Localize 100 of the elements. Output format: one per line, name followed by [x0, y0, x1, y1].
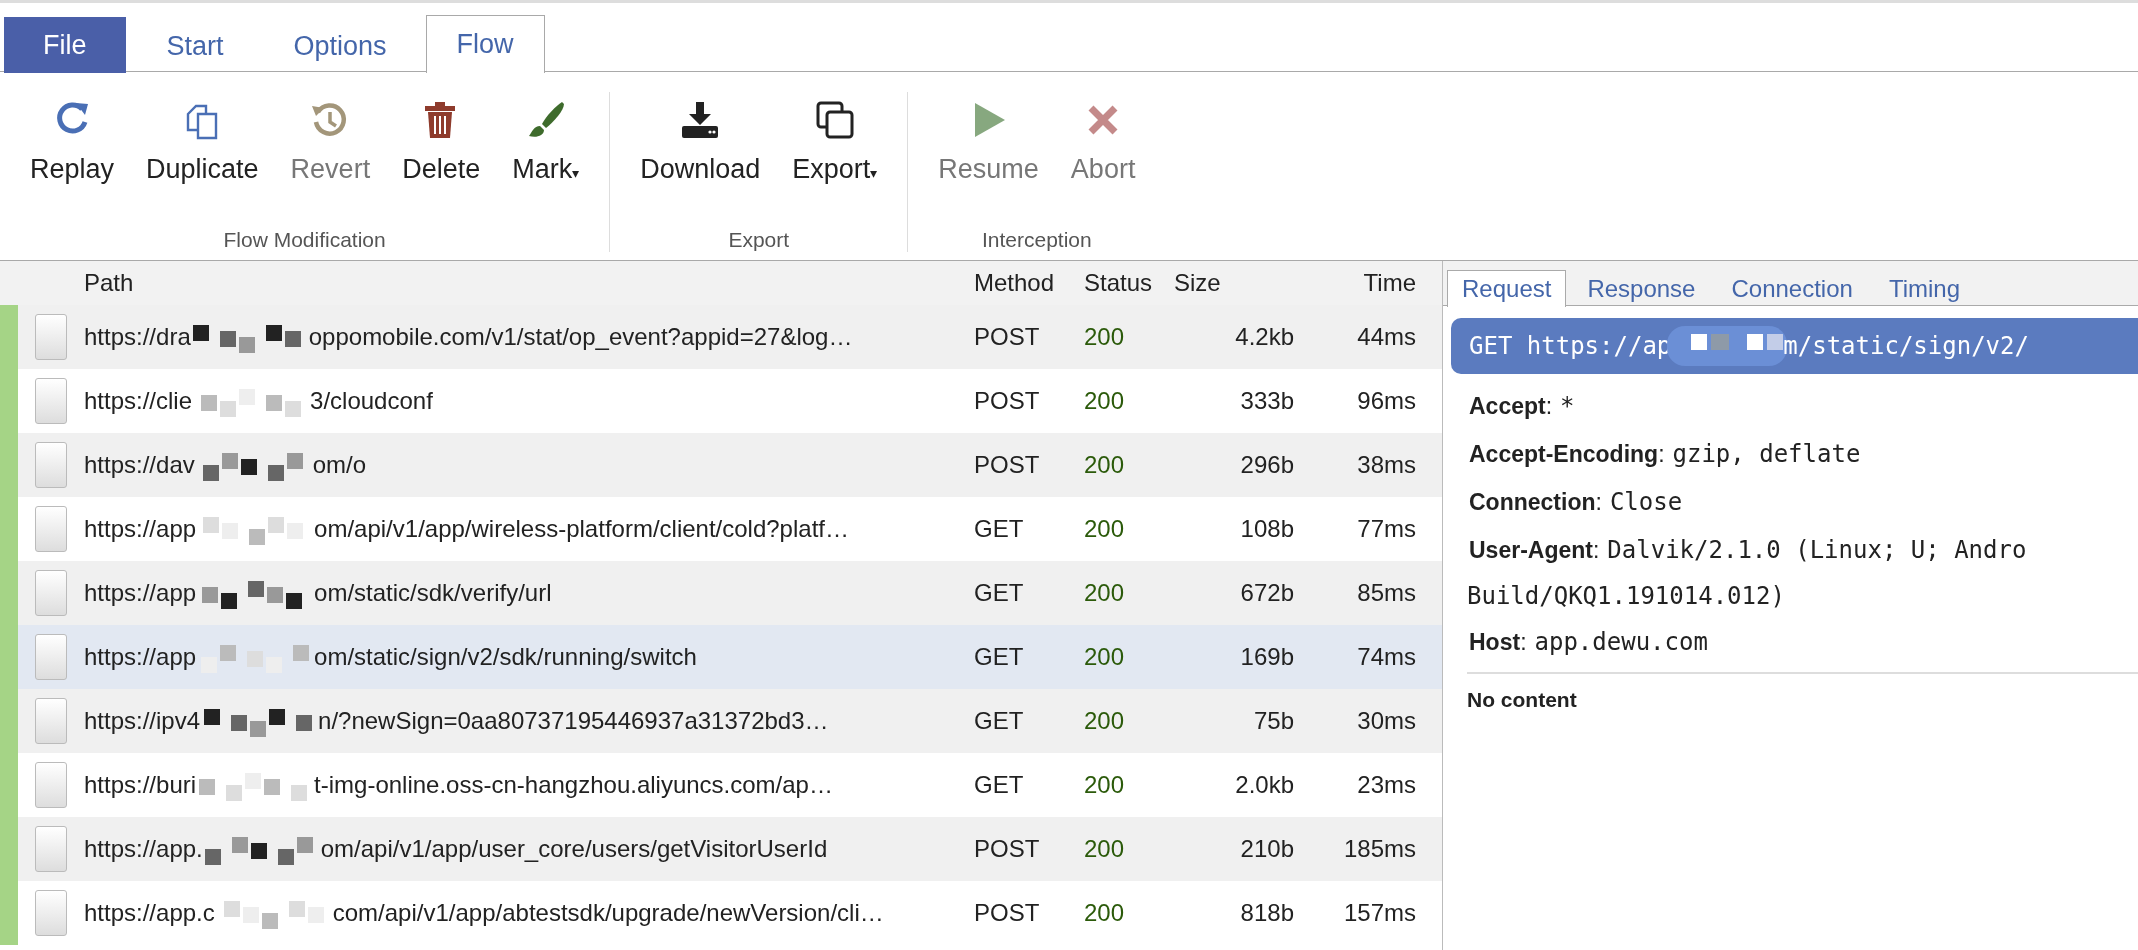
table-cell-text: GET — [974, 707, 1025, 735]
table-cell-text: 200 — [1083, 579, 1126, 607]
path-text: com/api/v1/app/abtestsdk/upgrade/newVersion/cli… — [332, 899, 884, 927]
table-cell-text: 74ms — [1356, 643, 1416, 671]
caret-icon: ▾ — [870, 165, 878, 181]
table-cell-text: 96ms — [1356, 387, 1416, 415]
table-cell-text: 200 — [1083, 707, 1126, 735]
resource-icon — [35, 698, 67, 744]
header-line: User-Agent: Dalvik/2.1.0 (Linux; U; Andro — [1469, 535, 2028, 566]
detail-tab[interactable]: Response — [1572, 269, 1711, 307]
table-cell-text: POST — [974, 451, 1041, 479]
header-line: Accept: * — [1469, 391, 1576, 422]
table-cell-text: 210b — [1239, 835, 1294, 863]
table-cell-text: 200 — [1083, 835, 1126, 863]
path-text: om/static/sdk/verify/url — [314, 579, 552, 607]
path-text: om/api/v1/app/user_core/users/getVisitorUserId — [320, 835, 828, 863]
file-menu-button[interactable]: File — [4, 16, 126, 73]
detail-tab[interactable]: Timing — [1873, 269, 1975, 307]
resource-icon — [35, 570, 67, 616]
toolbar-button[interactable]: Export▾ — [784, 92, 886, 228]
table-cell-text: 333b — [1239, 387, 1294, 415]
table-cell-text: 169b — [1239, 643, 1294, 671]
table-cell-text: 157ms — [1342, 899, 1416, 927]
path-text: https://app — [84, 579, 197, 607]
column-header[interactable]: Path — [84, 269, 974, 297]
resource-icon — [35, 442, 67, 488]
table-cell-text: 672b — [1239, 579, 1294, 607]
column-header[interactable]: Method — [974, 269, 1074, 297]
resource-icon — [35, 506, 67, 552]
toolbar-button[interactable]: Mark▾ — [504, 92, 588, 228]
detail-tab[interactable]: Connection — [1716, 269, 1868, 307]
table-cell-text: 200 — [1083, 323, 1126, 351]
toolbar-button[interactable]: Replay — [22, 92, 123, 228]
resource-icon — [35, 890, 67, 936]
column-header[interactable]: Size — [1174, 269, 1294, 297]
path-text: https://dav — [84, 451, 195, 479]
path-text: om/o — [312, 451, 367, 479]
ribbon-tab[interactable]: Flow — [425, 14, 545, 73]
group-label: Interception — [982, 228, 1092, 252]
table-cell-text: GET — [974, 515, 1025, 543]
path-text: n/?newSign=0aa80737195446937a31372bd3… — [318, 707, 829, 735]
toolbar-button[interactable]: Delete — [394, 92, 489, 228]
table-cell-text: 200 — [1083, 387, 1126, 415]
table-cell-text: 108b — [1239, 515, 1294, 543]
table-cell-text: 85ms — [1356, 579, 1416, 607]
path-text: https://buri — [84, 771, 197, 799]
download-icon — [680, 100, 721, 140]
path-text: https://app — [84, 643, 197, 671]
group-label: Flow Modification — [223, 228, 386, 252]
flow-row[interactable]: https://dra oppomobile.com/v1/stat/op_event?appid=27&log… POST 200 4.2kb 44ms — [0, 305, 1442, 369]
resource-icon — [35, 378, 67, 424]
path-text: https://ipv4 — [84, 707, 201, 735]
header-line: Host: app.dewu.com — [1469, 627, 1709, 658]
table-cell-text: POST — [974, 323, 1041, 351]
path-text: https://app.c — [84, 899, 215, 927]
table-cell-text: 44ms — [1356, 323, 1416, 351]
group-label: Export — [728, 228, 790, 252]
table-cell-text: POST — [974, 387, 1041, 415]
flow-row[interactable]: https://app om/static/sdk/verify/url GET 200 672b 85ms — [0, 561, 1442, 625]
ribbon-tab[interactable]: Start — [135, 18, 255, 73]
table-cell-text: 200 — [1083, 771, 1126, 799]
table-cell-text: POST — [974, 899, 1041, 927]
header-line: Connection: Close — [1469, 487, 1684, 518]
status-strip — [0, 305, 18, 369]
resource-icon — [35, 314, 67, 360]
copy-icon — [814, 100, 855, 140]
table-cell-text: GET — [974, 771, 1025, 799]
status-strip — [0, 881, 18, 945]
column-header[interactable]: Time — [1294, 269, 1426, 297]
detail-tab[interactable]: Request — [1447, 269, 1567, 307]
table-cell-text: 23ms — [1356, 771, 1416, 799]
table-cell-text: 200 — [1083, 451, 1126, 479]
body-text: No content — [1466, 686, 1578, 712]
resource-icon — [35, 762, 67, 808]
path-text: om/static/sign/v2/sdk/running/switch — [314, 643, 697, 671]
caret-icon: ▾ — [572, 165, 580, 181]
toolbar-button[interactable]: Download — [632, 92, 769, 228]
path-text: om/api/v1/app/wireless-platform/client/cold?platf… — [314, 515, 849, 543]
header-line: Build/QKQ1.191014.012) — [1467, 581, 1786, 612]
toolbar-button[interactable]: Duplicate — [138, 92, 267, 228]
table-cell-text: 200 — [1083, 643, 1126, 671]
table-cell-text: 296b — [1239, 451, 1294, 479]
resource-icon — [35, 634, 67, 680]
table-cell-text: 30ms — [1356, 707, 1416, 735]
flow-row[interactable]: https://ipv4 n/?newSign=0aa80737195446937a31372bd3… GET 200 75b 30ms — [0, 689, 1442, 753]
table-cell-text: GET — [974, 579, 1025, 607]
column-header[interactable]: Status — [1074, 269, 1174, 297]
resource-icon — [35, 826, 67, 872]
path-text: 3/cloudconf — [310, 387, 433, 415]
flow-row[interactable]: https://app. om/api/v1/app/user_core/users/getVisitorUserId POST 200 210b 185ms — [0, 817, 1442, 881]
flow-row[interactable]: https://dav om/o POST 200 296b 38ms — [0, 433, 1442, 497]
flow-row[interactable]: https://app om/static/sign/v2/sdk/running/switch GET 200 169b 74ms — [0, 625, 1442, 689]
table-cell-text: 818b — [1239, 899, 1294, 927]
path-text: https://app. — [84, 835, 203, 863]
ribbon-tab[interactable]: Options — [262, 18, 418, 73]
table-cell-text: GET — [974, 643, 1025, 671]
table-cell-text: 75b — [1252, 707, 1294, 735]
table-cell-text: 38ms — [1356, 451, 1416, 479]
path-text: t-img-online.oss-cn-hangzhou.aliyuncs.com/ap… — [314, 771, 833, 799]
table-cell-text: 200 — [1083, 899, 1126, 927]
